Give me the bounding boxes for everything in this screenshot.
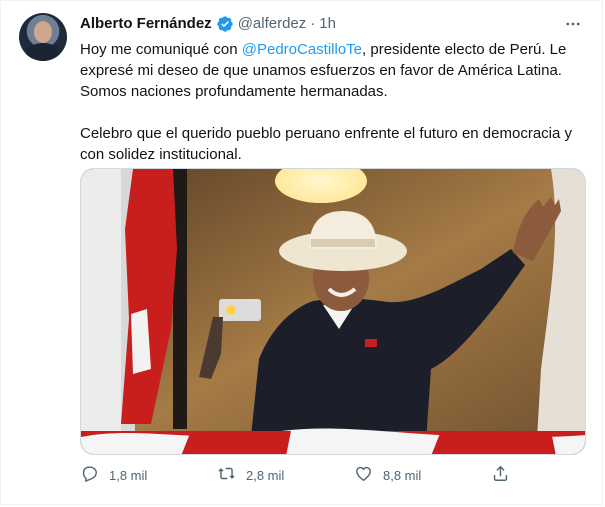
retweet-icon xyxy=(217,464,236,486)
tweet-photo[interactable] xyxy=(80,168,586,455)
mention-link[interactable]: @PedroCastilloTe xyxy=(242,41,362,58)
tweet-timestamp[interactable]: 1h xyxy=(319,15,336,33)
tweet-paragraph-2: Celebro que el querido pueblo peruano en… xyxy=(80,125,572,163)
like-button[interactable]: 8,8 mil xyxy=(354,464,421,486)
reply-count: 1,8 mil xyxy=(109,467,148,483)
share-button[interactable] xyxy=(491,464,510,486)
retweet-count: 2,8 mil xyxy=(246,467,285,483)
tweet-text-before-mention: Hoy me comuniqué con xyxy=(80,41,242,58)
author-name[interactable]: Alberto Fernández xyxy=(80,15,212,33)
reply-icon xyxy=(80,464,99,486)
like-count: 8,8 mil xyxy=(383,467,422,483)
tweet-card[interactable]: Alberto Fernández @alferdez · 1h Hoy me … xyxy=(0,0,603,505)
tweet-text: Hoy me comuniqué con @PedroCastilloTe, p… xyxy=(80,39,585,165)
separator-dot: · xyxy=(310,15,316,32)
avatar-face xyxy=(34,21,52,43)
author-handle[interactable]: @alferdez xyxy=(238,15,307,33)
author-avatar[interactable] xyxy=(19,13,67,61)
more-icon[interactable] xyxy=(562,13,584,35)
tweet-paragraph-1: Hoy me comuniqué con @PedroCastilloTe, p… xyxy=(80,39,585,102)
like-icon xyxy=(354,464,373,486)
avatar-suit xyxy=(25,43,61,61)
reply-button[interactable]: 1,8 mil xyxy=(80,464,147,486)
verified-badge-icon xyxy=(216,15,234,33)
retweet-button[interactable]: 2,8 mil xyxy=(217,464,284,486)
tweet-header: Alberto Fernández @alferdez · 1h xyxy=(80,15,336,33)
tweet-actions: 1,8 mil 2,8 mil 8,8 mil xyxy=(80,464,510,486)
share-icon xyxy=(491,464,510,486)
